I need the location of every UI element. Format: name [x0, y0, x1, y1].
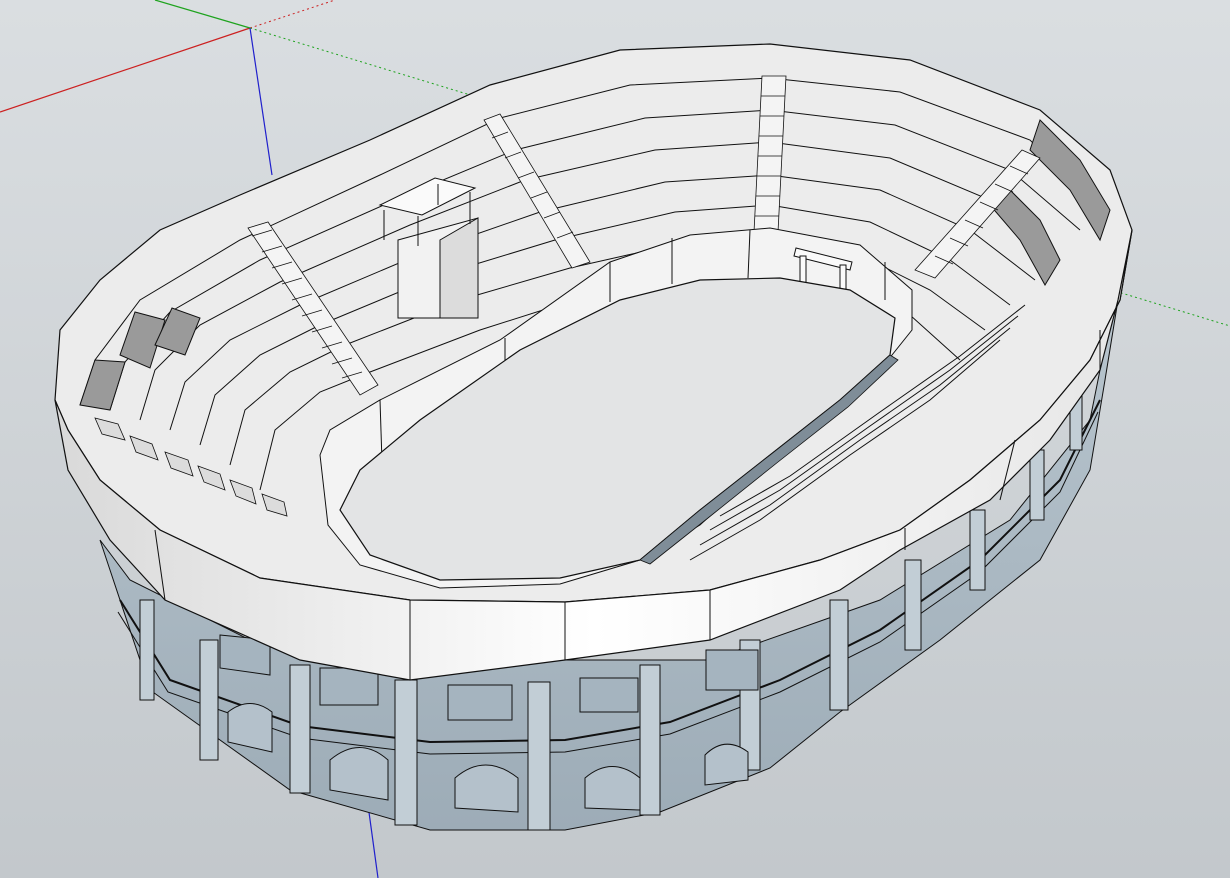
3d-scene[interactable] — [0, 0, 1230, 878]
modeling-viewport[interactable] — [0, 0, 1230, 878]
